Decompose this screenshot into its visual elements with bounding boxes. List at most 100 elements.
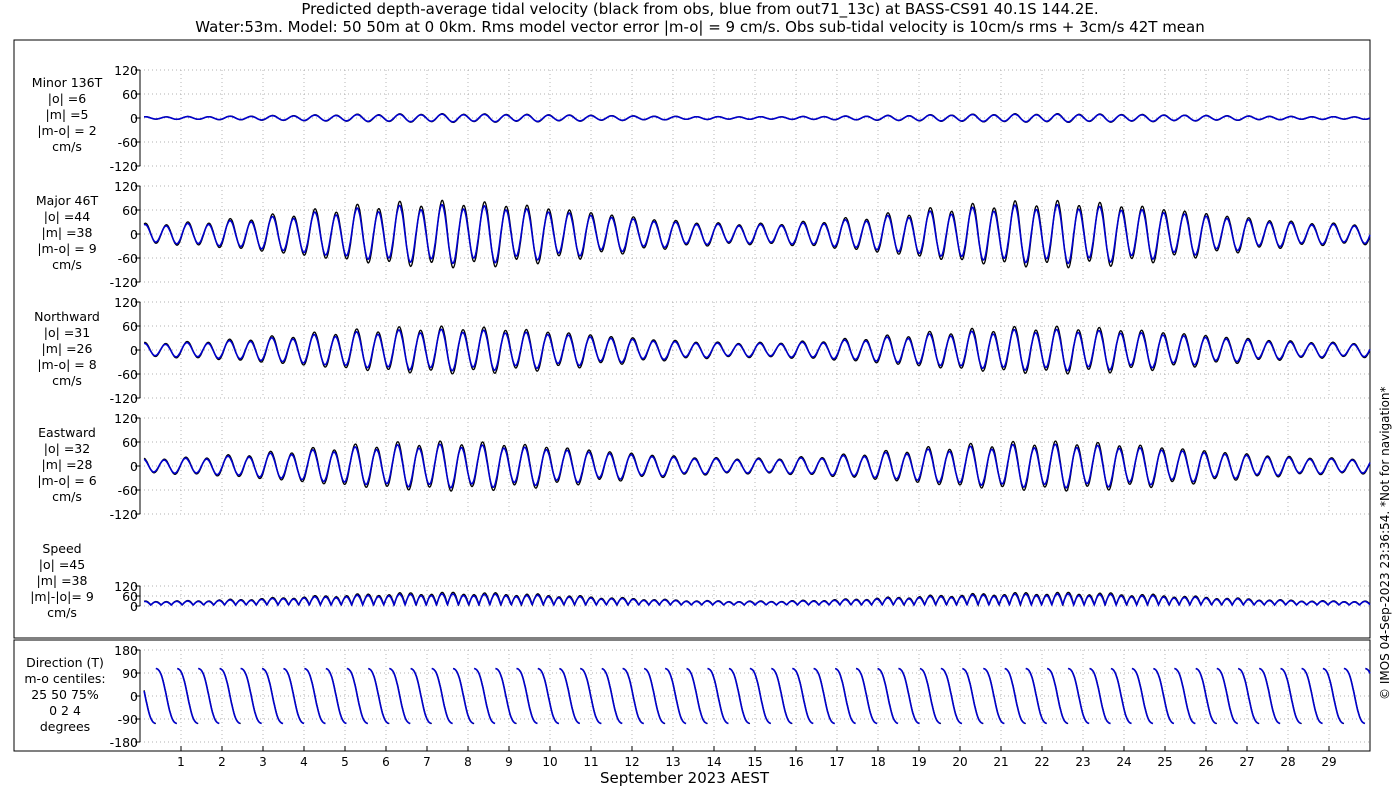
series-line-major-obs [143,199,1371,269]
series-line-east-obs [143,440,1371,492]
panel-label-direction: Direction (T) m-o centiles: 25 50 75% 0 … [17,655,113,735]
x-tick-label: 25 [1157,755,1172,769]
panel-label-line: |m| =5 [45,107,89,122]
panel-label-eastward: Eastward |o| =32 |m| =28 |m-o| = 6 cm/s [22,425,112,505]
y-tick-label: 0 [130,689,138,704]
x-tick-label: 18 [870,755,885,769]
x-tick-label: 6 [382,755,390,769]
y-tick-label: -90 [118,712,138,727]
series-line-direction-model [143,667,1371,725]
panel-label-line: |m-o| = 8 [37,357,97,372]
panel-label-line: cm/s [52,139,82,154]
x-tick-label: 14 [706,755,721,769]
x-tick-label: 4 [300,755,308,769]
x-tick-label: 22 [1034,755,1049,769]
y-tick-label: 60 [122,203,138,218]
x-tick-label: 17 [829,755,844,769]
x-axis-label: September 2023 AEST [600,769,770,787]
y-tick-label: -120 [110,391,138,406]
y-tick-label: -120 [110,507,138,522]
panel-label-line: |m| =26 [41,341,93,356]
panel-label-line: cm/s [47,605,77,620]
series-line-minor-model [144,113,1371,123]
panel-label-line: |m-o| = 9 [37,241,97,256]
panel-label-northward: Northward |o| =31 |m| =26 |m-o| = 8 cm/s [22,309,112,389]
y-tick-label: 60 [122,87,138,102]
panel-label-line: Speed [42,541,82,556]
x-tick-label: 29 [1321,755,1336,769]
credit-text: © IMOS 04-Sep-2023 23:36:54. *Not for na… [1378,386,1392,700]
panel-label-line: |m| =28 [41,457,93,472]
y-tick-label: 0 [130,111,138,126]
plot-area: -120-60060120-120-60060120-120-60060120-… [13,39,1371,769]
y-tick-label: -120 [110,159,138,174]
y-tick-label: -180 [110,735,138,750]
x-tick-label: 9 [505,755,513,769]
y-tick-label: 60 [122,319,138,334]
x-tick-label: 1 [177,755,185,769]
lower-frame [13,639,1371,752]
panel-label-line: Direction (T) [26,655,104,670]
x-tick-label: 27 [1239,755,1254,769]
series-line-direction-obs [143,667,1371,725]
y-tick-label: 120 [114,295,138,310]
panel-label-line: Minor 136T [31,75,103,90]
panel-label-line: 0 2 4 [49,703,81,718]
panel-label-line: cm/s [52,489,82,504]
panel-label-minor: Minor 136T |o| =6 |m| =5 |m-o| = 2 cm/s [22,75,112,155]
y-tick-label: 120 [114,179,138,194]
x-tick-label: 11 [583,755,598,769]
x-tick-label: 3 [259,755,267,769]
panel-label-line: Northward [34,309,100,324]
y-tick-label: -60 [118,483,138,498]
x-tick-label: 19 [911,755,926,769]
panel-label-speed: Speed |o| =45 |m| =38 |m|-|o|= 9 cm/s [17,541,107,621]
y-tick-label: 0 [130,459,138,474]
y-tick-label: -60 [118,367,138,382]
y-tick-label: 90 [122,666,138,681]
panel-label-line: |m|-|o|= 9 [30,589,94,604]
y-tick-label: 60 [122,435,138,450]
x-tick-label: 24 [1116,755,1131,769]
x-tick-label: 10 [542,755,557,769]
panel-label-line: |m-o| = 6 [37,473,97,488]
panel-label-line: Eastward [38,425,96,440]
x-tick-label: 13 [665,755,680,769]
x-tick-label: 5 [341,755,349,769]
y-tick-label: -120 [110,275,138,290]
x-tick-label: 21 [993,755,1008,769]
y-tick-label: 0 [130,227,138,242]
y-tick-label: 0 [130,343,138,358]
panel-label-line: 25 50 75% [31,687,99,702]
x-tick-label: 8 [464,755,472,769]
x-tick-label: 28 [1280,755,1295,769]
panel-label-line: |o| =31 [43,325,91,340]
series-line-east-model [143,443,1371,489]
tidal-velocity-figure: Predicted depth-average tidal velocity (… [0,0,1400,800]
y-tick-label: 120 [114,411,138,426]
panel-label-line: m-o centiles: [24,671,106,686]
panel-label-line: |o| =45 [38,557,86,572]
panel-label-line: |o| =6 [47,91,87,106]
x-tick-label: 26 [1198,755,1213,769]
panel-label-line: |o| =44 [43,209,91,224]
x-tick-label: 7 [423,755,431,769]
series-line-north-obs [143,325,1371,375]
panel-label-line: |o| =32 [43,441,91,456]
panel-label-line: |m-o| = 2 [37,123,97,138]
panel-label-major: Major 46T |o| =44 |m| =38 |m-o| = 9 cm/s [22,193,112,273]
panel-label-line: |m| =38 [36,573,88,588]
y-tick-label: 120 [114,579,138,594]
panel-label-line: degrees [39,719,91,734]
x-tick-label: 2 [218,755,226,769]
panel-label-line: cm/s [52,373,82,388]
x-tick-label: 16 [788,755,803,769]
x-tick-label: 15 [747,755,762,769]
panel-label-line: |m| =38 [41,225,93,240]
x-tick-label: 12 [624,755,639,769]
panel-label-line: cm/s [52,257,82,272]
y-tick-label: -60 [118,135,138,150]
y-tick-label: 120 [114,63,138,78]
series-line-speed-model [143,593,1371,608]
x-tick-label: 23 [1075,755,1090,769]
